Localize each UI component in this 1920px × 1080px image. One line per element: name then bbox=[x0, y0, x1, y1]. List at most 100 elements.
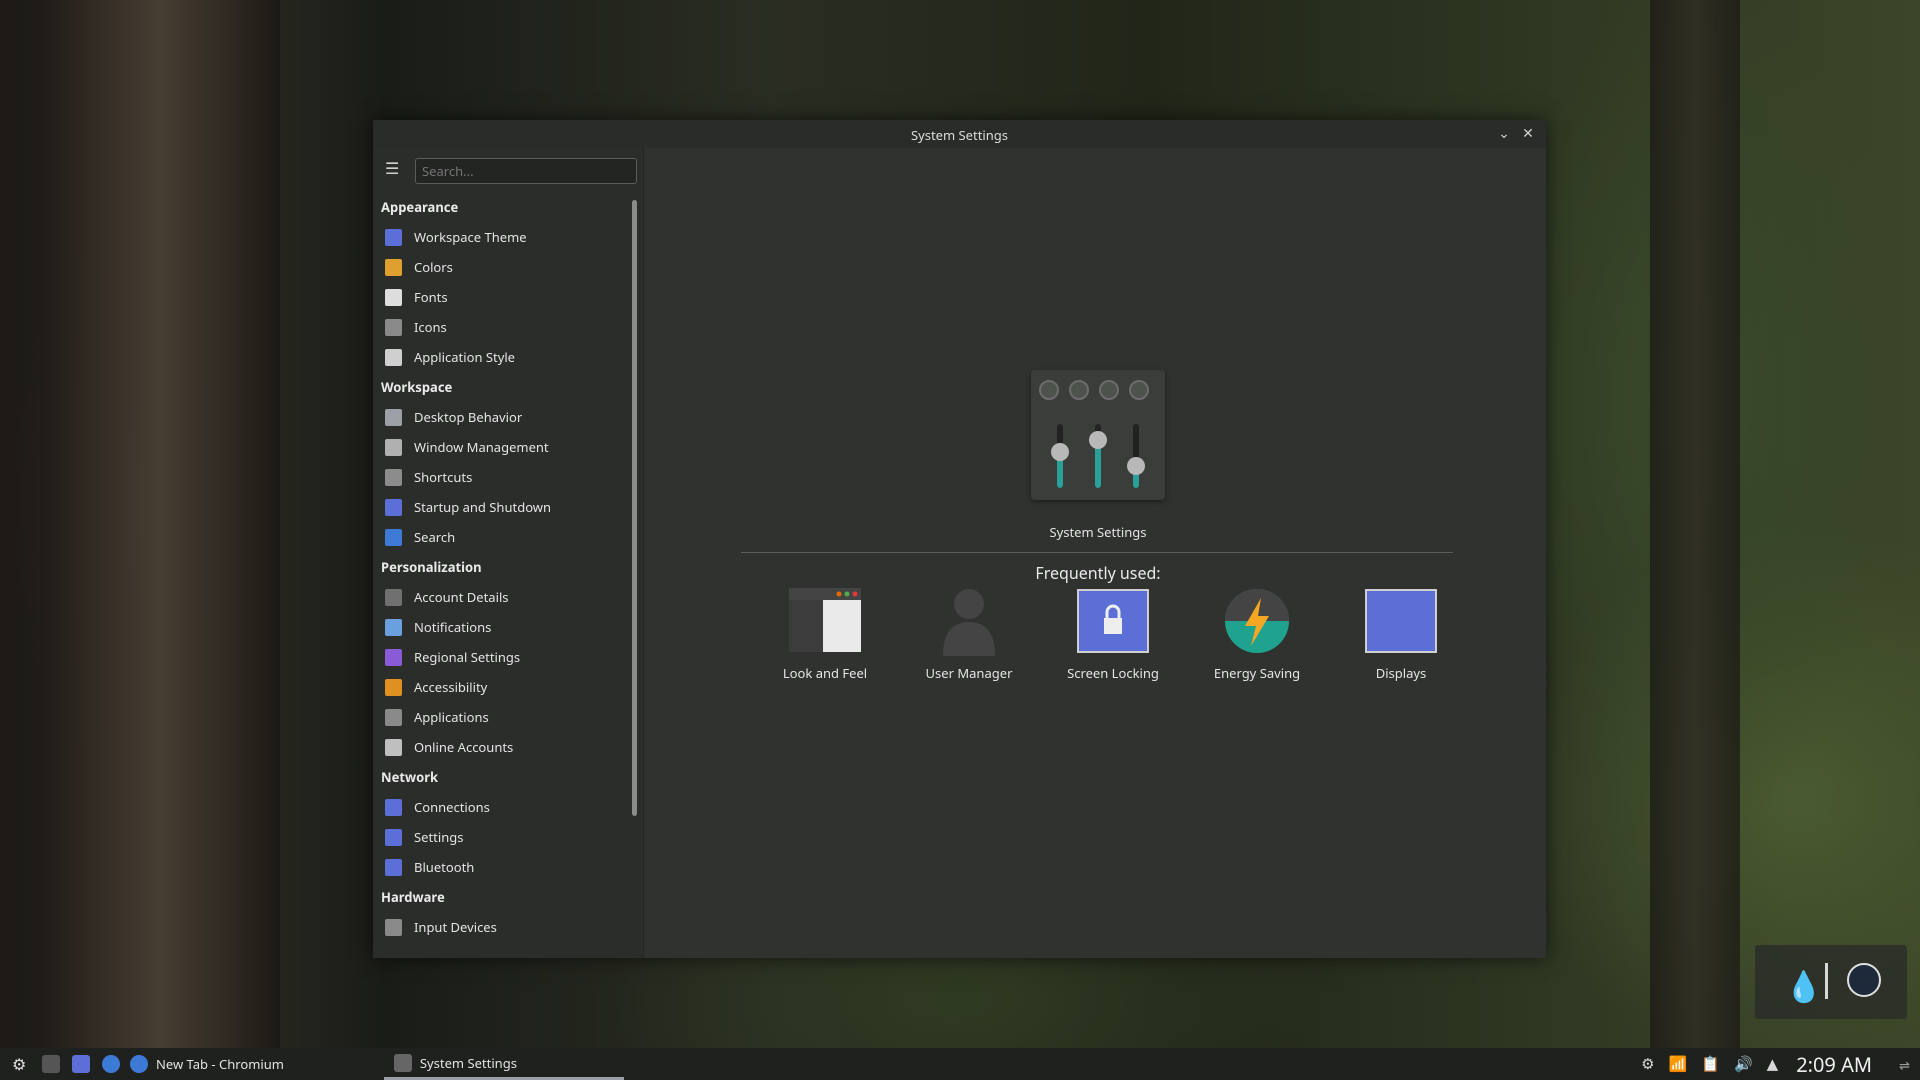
sidebar-item-settings[interactable]: Settings bbox=[373, 822, 631, 852]
sidebar-item-label: Workspace Theme bbox=[414, 228, 527, 246]
hero-label: System Settings bbox=[1049, 523, 1147, 541]
moon-icon bbox=[1847, 963, 1881, 997]
sidebar-item-workspace-theme[interactable]: Workspace Theme bbox=[373, 222, 631, 252]
sidebar-item-applications[interactable]: Applications bbox=[373, 702, 631, 732]
sidebar-item-label: Window Management bbox=[414, 438, 549, 456]
tile-label: Energy Saving bbox=[1213, 664, 1301, 682]
sidebar-item-notifications[interactable]: Notifications bbox=[373, 612, 631, 642]
sidebar-item-fonts[interactable]: Fonts bbox=[373, 282, 631, 312]
sidebar-item-accessibility[interactable]: Accessibility bbox=[373, 672, 631, 702]
sidebar-item-label: Startup and Shutdown bbox=[414, 498, 552, 516]
sidebar-item-label: Applications bbox=[414, 708, 489, 726]
sidebar-item-icons[interactable]: Icons bbox=[373, 312, 631, 342]
screen-locking-icon bbox=[1077, 588, 1149, 656]
task-system-settings[interactable]: System Settings bbox=[383, 1048, 624, 1080]
startup-and-shutdown-icon bbox=[385, 498, 402, 516]
terminal-icon[interactable] bbox=[42, 1055, 60, 1073]
wallpaper-tree-trunk bbox=[1650, 0, 1740, 1050]
settings-icon[interactable]: ⚙ bbox=[1641, 1054, 1654, 1074]
titlebar[interactable]: System Settings ⌄ ✕ bbox=[373, 120, 1546, 148]
minimize-button[interactable]: ⌄ bbox=[1494, 124, 1514, 144]
tile-label: Screen Locking bbox=[1067, 664, 1159, 682]
category-personalization: Personalization bbox=[381, 558, 482, 576]
sidebar-item-label: Connections bbox=[414, 798, 490, 816]
app-launcher-icon[interactable]: ⚙ bbox=[12, 1055, 30, 1073]
frequently-used-tiles: Look and Feel User Manager Screen Lockin… bbox=[753, 588, 1473, 682]
volume-icon[interactable]: 🔊 bbox=[1734, 1054, 1753, 1074]
chevron-up-icon[interactable]: ▲ bbox=[1767, 1054, 1779, 1074]
knob-icon bbox=[1069, 380, 1089, 400]
tile-label: Look and Feel bbox=[782, 664, 868, 682]
connections-icon bbox=[385, 798, 402, 816]
sidebar-item-label: Bluetooth bbox=[414, 858, 475, 876]
main-panel: System Settings Frequently used: Look an… bbox=[643, 148, 1546, 958]
file-manager-icon[interactable] bbox=[72, 1055, 90, 1073]
category-workspace: Workspace bbox=[381, 378, 453, 396]
sidebar-item-input-devices[interactable]: Input Devices bbox=[373, 912, 631, 942]
regional-settings-icon bbox=[385, 648, 402, 666]
sidebar-item-search[interactable]: Search bbox=[373, 522, 631, 552]
sidebar-item-label: Online Accounts bbox=[414, 738, 514, 756]
clock[interactable]: 2:09 AM bbox=[1796, 1051, 1872, 1078]
taskbar: ⚙ New Tab - Chromium System Settings ⚙ 📶… bbox=[0, 1048, 1920, 1080]
clipboard-icon[interactable]: 📋 bbox=[1701, 1054, 1720, 1074]
sidebar-item-label: Desktop Behavior bbox=[414, 408, 523, 426]
tile-displays[interactable]: Displays bbox=[1329, 588, 1473, 682]
window-title: System Settings bbox=[910, 126, 1009, 144]
sidebar-item-startup-and-shutdown[interactable]: Startup and Shutdown bbox=[373, 492, 631, 522]
close-button[interactable]: ✕ bbox=[1518, 124, 1538, 144]
applications-icon bbox=[385, 708, 402, 726]
input-devices-icon bbox=[385, 918, 402, 936]
tile-label: Displays bbox=[1375, 664, 1427, 682]
task-chromium[interactable]: New Tab - Chromium bbox=[120, 1048, 294, 1080]
sidebar-item-bluetooth[interactable]: Bluetooth bbox=[373, 852, 631, 882]
menu-icon[interactable]: ☰ bbox=[385, 160, 403, 176]
tile-energy-saving[interactable]: Energy Saving bbox=[1185, 588, 1329, 682]
show-desktop-icon[interactable]: ⇌ bbox=[1899, 1056, 1910, 1074]
window-management-icon bbox=[385, 438, 402, 456]
sidebar-item-label: Account Details bbox=[414, 588, 509, 606]
application-style-icon bbox=[385, 348, 402, 366]
sidebar-item-account-details[interactable]: Account Details bbox=[373, 582, 631, 612]
sidebar-item-online-accounts[interactable]: Online Accounts bbox=[373, 732, 631, 762]
colors-icon bbox=[385, 258, 402, 276]
separator bbox=[1825, 963, 1828, 999]
online-accounts-icon bbox=[385, 738, 402, 756]
account-details-icon bbox=[385, 588, 402, 606]
task-label: System Settings bbox=[419, 1053, 517, 1072]
tile-screen-locking[interactable]: Screen Locking bbox=[1041, 588, 1185, 682]
search-input[interactable] bbox=[415, 158, 637, 184]
chromium-icon[interactable] bbox=[102, 1055, 120, 1073]
sidebar-item-application-style[interactable]: Application Style bbox=[373, 342, 631, 372]
system-settings-icon bbox=[1031, 370, 1165, 500]
wifi-icon[interactable]: 📶 bbox=[1669, 1054, 1688, 1074]
desktop-widget[interactable]: 💧 bbox=[1755, 945, 1907, 1019]
settings-icon bbox=[385, 828, 402, 846]
tile-look-and-feel[interactable]: Look and Feel bbox=[753, 588, 897, 682]
look-and-feel-icon bbox=[789, 588, 861, 656]
sidebar-item-desktop-behavior[interactable]: Desktop Behavior bbox=[373, 402, 631, 432]
category-hardware: Hardware bbox=[381, 888, 445, 906]
sidebar-item-label: Input Devices bbox=[414, 918, 497, 936]
sidebar-item-label: Notifications bbox=[414, 618, 492, 636]
tile-user-manager[interactable]: User Manager bbox=[897, 588, 1041, 682]
sidebar-scrollbar[interactable] bbox=[632, 200, 637, 816]
fonts-icon bbox=[385, 288, 402, 306]
sidebar-item-label: Regional Settings bbox=[414, 648, 521, 666]
sidebar-item-regional-settings[interactable]: Regional Settings bbox=[373, 642, 631, 672]
workspace-theme-icon bbox=[385, 228, 402, 246]
droplet-icon: 💧 bbox=[1785, 965, 1823, 1006]
sidebar-item-label: Search bbox=[414, 528, 456, 546]
sidebar-item-label: Accessibility bbox=[414, 678, 488, 696]
user-manager-icon bbox=[933, 588, 1005, 656]
energy-saving-icon bbox=[1221, 588, 1293, 656]
knob-icon bbox=[1129, 380, 1149, 400]
sidebar-toolbar: ☰ bbox=[373, 148, 643, 188]
sidebar-item-shortcuts[interactable]: Shortcuts bbox=[373, 462, 631, 492]
sidebar-item-colors[interactable]: Colors bbox=[373, 252, 631, 282]
category-appearance: Appearance bbox=[381, 198, 459, 216]
sidebar-item-connections[interactable]: Connections bbox=[373, 792, 631, 822]
tile-label: User Manager bbox=[925, 664, 1013, 682]
sidebar-item-window-management[interactable]: Window Management bbox=[373, 432, 631, 462]
system-settings-icon bbox=[393, 1053, 412, 1072]
